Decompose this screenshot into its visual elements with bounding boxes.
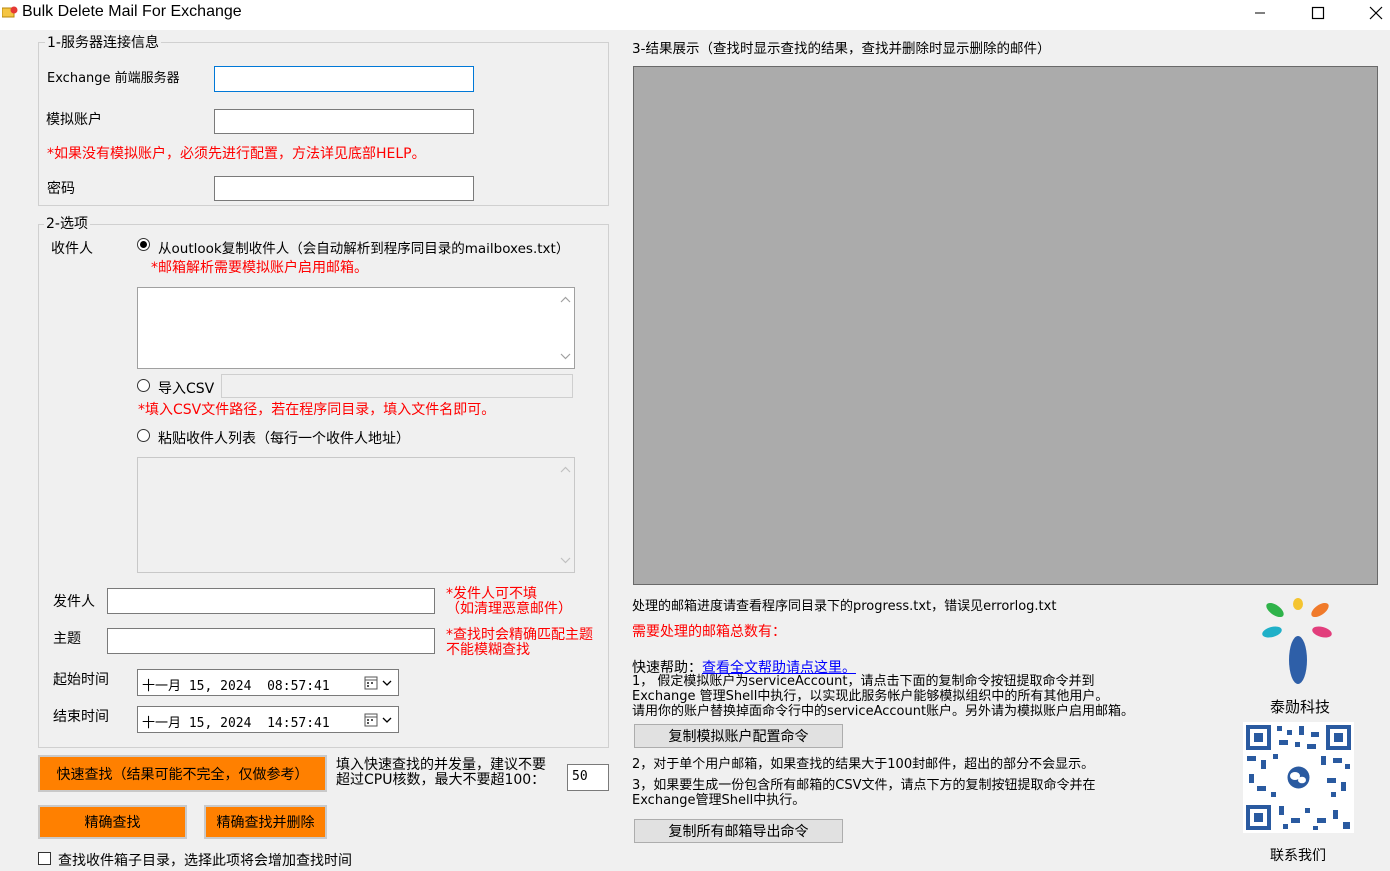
help-item-3-line1: 3，如果要生成一份包含所有邮箱的CSV文件，请点下方的复制按钮提取命令并在 (632, 778, 1096, 793)
mailbox-total-label: 需要处理的邮箱总数有： (632, 624, 786, 640)
radio-csv[interactable] (137, 379, 150, 392)
radio-outlook-label: 从outlook复制收件人（会自动解析到程序同目录的mailboxes.txt） (158, 241, 570, 257)
close-button[interactable] (1353, 0, 1390, 26)
company-name: 泰勋科技 (1270, 698, 1331, 716)
calendar-dropdown-icon[interactable] (364, 676, 394, 690)
radio-paste[interactable] (137, 429, 150, 442)
help-item-3: 3，如果要生成一份包含所有邮箱的CSV文件，请点下方的复制按钮提取命令并在 Ex… (632, 778, 1096, 808)
help-item-1-line1: 1， 假定模拟账户为serviceAccount，请点击下面的复制命令按钮提取命… (632, 674, 1095, 689)
subfolder-checkbox-label: 查找收件箱子目录，选择此项将会增加查找时间 (58, 853, 352, 869)
radio-outlook-note: *邮箱解析需要模拟账户启用邮箱。 (151, 260, 368, 276)
impersonation-account-label: 模拟账户 (46, 112, 102, 128)
maximize-button[interactable] (1295, 0, 1341, 26)
maximize-icon (1311, 6, 1325, 20)
concurrency-note-line1: 填入快速查找的并发量，建议不要 (336, 757, 546, 773)
exact-search-button[interactable]: 精确查找 (38, 805, 187, 839)
minimize-button[interactable] (1237, 0, 1283, 26)
subfolder-checkbox[interactable] (38, 852, 51, 865)
radio-csv-label: 导入CSV (158, 381, 215, 397)
exact-search-delete-button[interactable]: 精确查找并删除 (204, 805, 327, 839)
scroll-up-icon[interactable] (560, 466, 571, 473)
end-time-value: 十一月 15, 2024 14:57:41 (142, 716, 330, 731)
copy-export-command-button[interactable]: 复制所有邮箱导出命令 (634, 819, 843, 843)
qr-code-image (1243, 722, 1354, 833)
frontend-server-input[interactable] (214, 66, 474, 92)
scroll-down-icon[interactable] (560, 557, 571, 564)
sender-note: *发件人可不填 （如清理恶意邮件） (446, 587, 572, 617)
concurrency-input[interactable]: 50 (567, 764, 609, 791)
radio-outlook[interactable] (137, 238, 150, 251)
sender-note-line2: （如清理恶意邮件） (446, 601, 572, 617)
help-item-3-line2: Exchange管理Shell中执行。 (632, 793, 806, 808)
sender-label: 发件人 (53, 594, 95, 610)
help-item-1-line3: 请用你的账户替换掉面命令行中的serviceAccount账户。另外请为模拟账户… (632, 704, 1135, 719)
contact-us-link[interactable]: 联系我们 (1270, 845, 1326, 865)
quick-search-button[interactable]: 快速查找（结果可能不完全，仅做参考） (38, 755, 327, 792)
scroll-down-icon[interactable] (560, 353, 571, 360)
calendar-dropdown-icon[interactable] (364, 713, 394, 727)
sender-input[interactable] (107, 588, 435, 614)
end-time-picker[interactable]: 十一月 15, 2024 14:57:41 (137, 706, 399, 733)
start-time-value: 十一月 15, 2024 08:57:41 (142, 679, 330, 694)
minimize-icon (1255, 12, 1265, 14)
end-time-label: 结束时间 (53, 709, 109, 725)
paste-recipients-textarea[interactable] (137, 457, 575, 573)
subject-label: 主题 (53, 631, 81, 647)
close-icon (1369, 6, 1383, 20)
start-time-label: 起始时间 (53, 672, 109, 688)
help-item-1: 1， 假定模拟账户为serviceAccount，请点击下面的复制命令按钮提取命… (632, 674, 1134, 719)
subject-note-line1: *查找时会精确匹配主题 (446, 627, 593, 643)
progress-note: 处理的邮箱进度请查看程序同目录下的progress.txt，错误见errorlo… (632, 599, 1057, 614)
password-label: 密码 (47, 181, 75, 197)
password-input[interactable] (214, 176, 474, 201)
server-group-title: 1-服务器连接信息 (45, 32, 161, 52)
scroll-up-icon[interactable] (560, 296, 571, 303)
window-title: Bulk Delete Mail For Exchange (22, 3, 242, 20)
impersonation-note: *如果没有模拟账户，必须先进行配置，方法详见底部HELP。 (47, 146, 426, 162)
vertical-scrollbar[interactable] (557, 288, 574, 368)
csv-path-input[interactable] (221, 374, 573, 398)
results-display[interactable] (633, 66, 1378, 585)
concurrency-note: 填入快速查找的并发量，建议不要 超过CPU核数，最大不要超100： (336, 758, 546, 788)
csv-note: *填入CSV文件路径，若在程序同目录，填入文件名即可。 (138, 402, 496, 418)
outlook-recipients-textarea[interactable] (137, 287, 575, 369)
vertical-scrollbar[interactable] (557, 458, 574, 572)
options-group-title: 2-选项 (44, 213, 90, 233)
radio-paste-label: 粘贴收件人列表（每行一个收件人地址） (158, 431, 410, 447)
start-time-picker[interactable]: 十一月 15, 2024 08:57:41 (137, 669, 399, 696)
help-item-2: 2，对于单个用户邮箱，如果查找的结果大于100封邮件，超出的部分不会显示。 (632, 757, 1095, 772)
app-icon (2, 6, 18, 18)
company-logo (1262, 598, 1332, 684)
concurrency-note-line2: 超过CPU核数，最大不要超100： (336, 772, 546, 788)
subject-note: *查找时会精确匹配主题 不能模糊查找 (446, 628, 593, 658)
frontend-server-label: Exchange 前端服务器 (47, 71, 180, 86)
sender-note-line1: *发件人可不填 (446, 586, 537, 602)
recipients-label: 收件人 (51, 241, 93, 257)
subject-note-line2: 不能模糊查找 (446, 642, 530, 658)
help-item-1-line2: Exchange 管理Shell中执行，以实现此服务帐户能够模拟组织中的所有其他… (632, 689, 1109, 704)
impersonation-account-input[interactable] (214, 109, 474, 134)
subject-input[interactable] (107, 628, 435, 654)
copy-impersonation-command-button[interactable]: 复制模拟账户配置命令 (634, 724, 843, 748)
results-title: 3-结果展示（查找时显示查找的结果，查找并删除时显示删除的邮件） (632, 41, 1051, 57)
